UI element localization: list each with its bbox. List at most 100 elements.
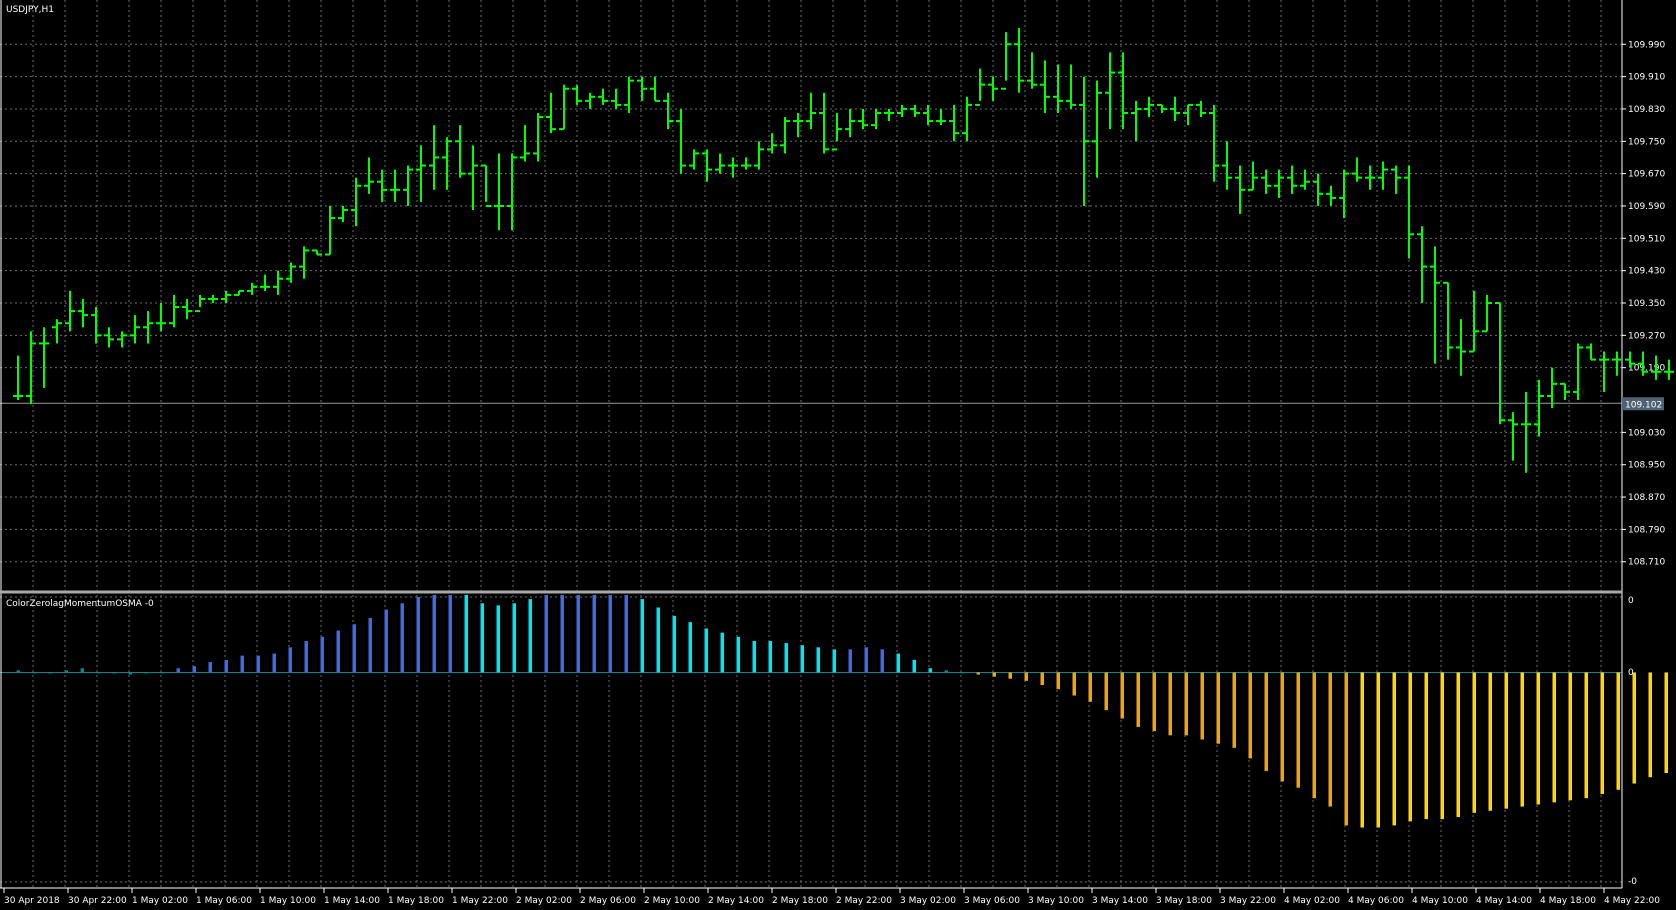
time-label: 2 May 10:00 [644,896,700,906]
histogram-bar [368,617,372,673]
histogram-bar [1312,672,1316,799]
time-label: 1 May 22:00 [452,896,508,906]
histogram-bar [656,607,660,673]
histogram-bar [96,672,100,674]
time-label: 3 May 02:00 [900,896,956,906]
time-label: 4 May 18:00 [1540,896,1596,906]
histogram-bar [1632,672,1636,784]
histogram-bar [688,622,692,673]
histogram-bar [992,672,996,677]
histogram-bar [1280,672,1284,782]
histogram-bar [352,624,356,673]
histogram-bar [512,603,516,673]
histogram-bar [1024,672,1028,681]
histogram-bar [304,641,308,673]
histogram-bar [1296,672,1300,788]
price-label: 109.510 [1628,234,1665,244]
histogram-bar [1408,672,1412,822]
histogram-bar [768,641,772,673]
histogram-bar [384,609,388,673]
histogram-bar [576,594,580,673]
histogram-bar [1136,672,1140,727]
time-label: 2 May 06:00 [580,896,636,906]
histogram-bar [144,672,148,674]
histogram-bar [560,594,564,673]
histogram-bar [272,653,276,673]
histogram-bar [1552,672,1556,803]
histogram-bar [1184,672,1188,736]
histogram-bar [1056,672,1060,690]
histogram-bar [1104,672,1108,711]
histogram-bar [784,643,788,673]
histogram-bar [48,672,52,674]
histogram-bar [1520,672,1524,807]
histogram-bar [464,594,468,673]
histogram-bar [1040,672,1044,686]
time-label: 3 May 22:00 [1220,896,1276,906]
histogram-bar [1536,672,1540,805]
histogram-bar [976,672,980,675]
histogram-bar [1616,672,1620,790]
histogram-bar [640,599,644,673]
histogram-bar [864,647,868,673]
histogram-bar [816,647,820,673]
histogram-bar [1008,672,1012,679]
symbol-title: USDJPY,H1 [6,5,54,15]
histogram-bar [944,670,948,673]
indicator-bottom-label: -0 [1628,877,1637,887]
histogram-bar [336,630,340,673]
histogram-bar [480,603,484,673]
time-label: 30 Apr 2018 [4,896,60,906]
histogram-bar [880,649,884,673]
histogram-bar [1584,672,1588,799]
histogram-bar [256,655,260,673]
histogram-bar [208,661,212,673]
histogram-bar [1440,672,1444,820]
price-label: 108.950 [1628,461,1665,471]
histogram-bar [592,594,596,673]
current-price-tag: 109.102 [1622,397,1664,411]
histogram-bar [1344,672,1348,826]
histogram-bar [1568,672,1572,801]
price-label: 109.990 [1628,40,1665,50]
indicator-top-label: 0 [1628,596,1634,606]
time-label: 4 May 22:00 [1604,896,1660,906]
histogram-bar [496,605,500,673]
histogram-bar [1168,672,1172,736]
histogram-bar [128,672,132,675]
indicator-title: ColorZerolagMomentumOSMA -0 [6,599,154,609]
histogram-bar [1248,672,1252,759]
histogram-bar [1072,672,1076,696]
histogram-bar [176,668,180,673]
price-label: 108.790 [1628,525,1665,535]
trading-chart[interactable]: 109.990 109.910 109.830 109.750 109.670 109.5… [0,0,1676,910]
histogram-bar [848,649,852,673]
time-label: 1 May 02:00 [132,896,188,906]
histogram-bar [416,597,420,673]
histogram-bar [224,659,228,673]
histogram-bar [1488,672,1492,811]
price-label: 109.590 [1628,202,1665,212]
histogram-bar [1152,672,1156,732]
price-label: 109.030 [1628,428,1665,438]
histogram-bar [112,672,116,674]
time-label: 2 May 14:00 [708,896,764,906]
price-label: 109.430 [1628,267,1665,277]
histogram-bar [1424,672,1428,820]
histogram-bar [608,594,612,673]
price-label: 109.670 [1628,170,1665,180]
current-price-value: 109.102 [1625,400,1662,410]
histogram-bar [720,632,724,673]
histogram-bar [752,641,756,673]
time-label: 4 May 02:00 [1284,896,1340,906]
time-label: 3 May 06:00 [964,896,1020,906]
histogram-bar [1216,672,1220,744]
histogram-bar [736,636,740,673]
histogram-bar [896,653,900,673]
histogram-bar [912,659,916,673]
histogram-bar [1600,672,1604,794]
price-label: 109.350 [1628,299,1665,309]
price-label: 108.710 [1628,558,1665,568]
histogram-bar [16,670,20,673]
histogram-bar [672,615,676,673]
